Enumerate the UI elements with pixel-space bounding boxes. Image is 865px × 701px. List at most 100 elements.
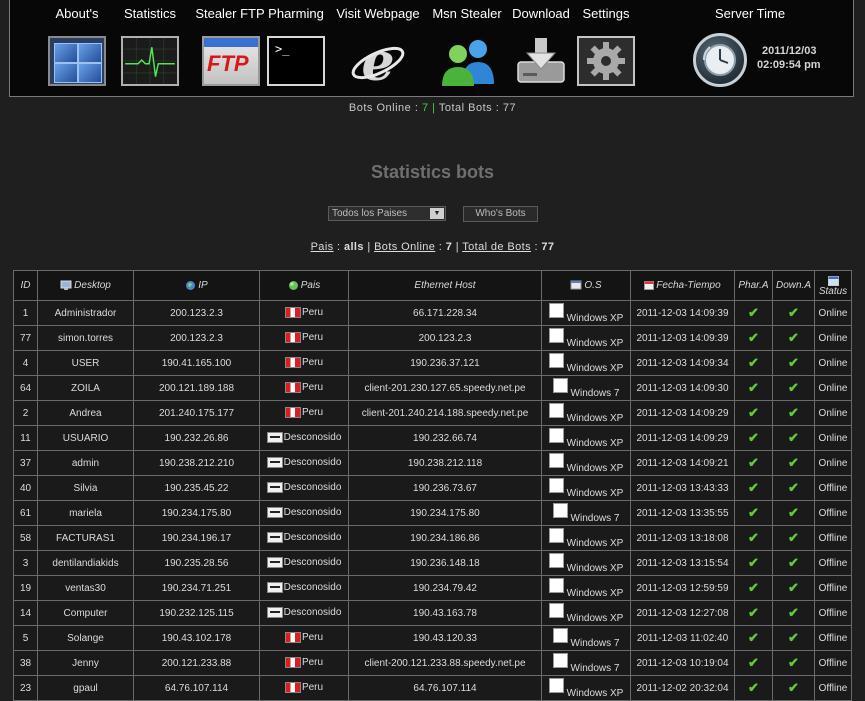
cell-status: Online <box>814 425 852 451</box>
cell-status: Offline <box>814 550 852 576</box>
table-row[interactable]: 40 Silvia 190.235.45.22 Desconosido 190.236.… <box>13 475 852 501</box>
table-row[interactable]: 58 FACTURAS1 190.234.196.17 Desconosido 190.… <box>13 525 852 551</box>
ftp-icon[interactable]: FTP <box>202 36 260 86</box>
cell-time: 2011-12-03 14:09:21 <box>630 450 735 476</box>
table-row[interactable]: 2 Andrea 201.240.175.177 Peru client-201.240… <box>13 400 852 426</box>
whois-bots-button[interactable]: Who's Bots <box>463 206 538 222</box>
internet-explorer-icon[interactable]: e <box>349 36 407 86</box>
total-bots-count: 77 <box>502 102 517 114</box>
terminal-icon[interactable]: >_ <box>267 36 325 86</box>
table-row[interactable]: 64 ZOILA 200.121.189.188 Peru client-201.230… <box>13 375 852 401</box>
col-pais-label: Pais <box>300 280 321 292</box>
cell-down: ✔ <box>772 550 815 576</box>
chevron-down-icon[interactable]: ▼ <box>430 208 444 219</box>
bots-online-link[interactable]: Bots Online <box>374 241 435 253</box>
table-row[interactable]: 11 USUARIO 190.232.26.86 Desconosido 190.232… <box>13 425 852 451</box>
cell-time: 2011-12-03 12:59:59 <box>630 575 735 601</box>
cell-host: 190.236.73.67 <box>348 475 542 501</box>
unknown-flag-icon <box>266 507 283 519</box>
check-icon: ✔ <box>748 630 759 645</box>
table-row[interactable]: 14 Computer 190.232.125.115 Desconosido 190.… <box>13 600 852 626</box>
cell-pais: Desconosido <box>259 550 349 576</box>
cell-os: Windows XP <box>541 550 631 576</box>
cell-host: client-201.230.127.65.speedy.net.pe <box>348 375 542 401</box>
gear-icon[interactable] <box>577 36 635 86</box>
country-select[interactable]: Todos los Paises ▼ <box>328 206 446 221</box>
top-navigation: About's Statistics Stealer FTP FTP Pharm… <box>9 0 854 97</box>
server-date: 2011/12/03 <box>762 45 817 57</box>
cell-pais: Peru <box>259 375 349 401</box>
check-icon: ✔ <box>788 330 799 345</box>
col-desktop-header[interactable]: Desktop <box>37 270 134 301</box>
cell-os: Windows XP <box>541 325 631 351</box>
col-os-header[interactable]: O.S <box>541 270 631 301</box>
server-clock: 02:09:54 pm <box>757 59 821 71</box>
cell-country: Peru <box>301 407 324 419</box>
nav-download-label[interactable]: Download <box>505 6 577 21</box>
calendar-icon <box>644 281 655 291</box>
cell-id: 11 <box>13 425 38 451</box>
check-icon: ✔ <box>748 330 759 345</box>
peru-flag-icon <box>284 307 301 319</box>
col-down-header[interactable]: Down.A <box>772 270 815 301</box>
table-row[interactable]: 5 Solange 190.43.102.178 Peru 190.43.120.33 W… <box>13 625 852 651</box>
peru-flag-icon <box>284 657 301 669</box>
cell-country: Peru <box>301 332 324 344</box>
cell-phar: ✔ <box>734 625 773 651</box>
table-row[interactable]: 4 USER 190.41.165.100 Peru 190.236.37.121 Win… <box>13 350 852 376</box>
windows-panels-icon[interactable] <box>48 36 106 86</box>
cell-status: Online <box>814 300 852 326</box>
nav-about-label[interactable]: About's <box>48 6 106 21</box>
check-icon: ✔ <box>748 505 759 520</box>
cell-id: 64 <box>13 375 38 401</box>
country-select-value[interactable]: Todos los Paises <box>332 208 407 219</box>
col-pais-header[interactable]: Pais <box>259 270 349 301</box>
table-row[interactable]: 19 ventas30 190.234.71.251 Desconosido 190.2… <box>13 575 852 601</box>
nav-visit-webpage-label[interactable]: Visit Webpage <box>336 6 420 21</box>
total-bots-value: 77 <box>541 241 555 253</box>
col-status-header[interactable]: Status <box>814 270 852 301</box>
hard-drive-download-icon[interactable] <box>512 36 570 86</box>
table-row[interactable]: 1 Administrador 200.123.2.3 Peru 66.171.228.… <box>13 300 852 326</box>
table-row[interactable]: 38 Jenny 200.121.233.88 Peru client-200.121.… <box>13 650 852 676</box>
check-icon: ✔ <box>788 530 799 545</box>
table-row[interactable]: 37 admin 190.238.212.210 Desconosido 190.238… <box>13 450 852 476</box>
cell-os: Windows XP <box>541 400 631 426</box>
cell-desktop: dentilandiakids <box>37 550 134 576</box>
col-host-header[interactable]: Ethernet Host <box>348 270 542 301</box>
col-ip-label: IP <box>198 280 208 292</box>
nav-statistics-label[interactable]: Statistics <box>121 6 179 21</box>
nav-msn-stealer-label[interactable]: Msn Stealer <box>425 6 509 21</box>
cell-host: 190.236.148.18 <box>348 550 542 576</box>
nav-stealer-ftp-label[interactable]: Stealer FTP <box>194 6 266 21</box>
cell-down: ✔ <box>772 300 815 326</box>
cell-phar: ✔ <box>734 550 773 576</box>
cell-ip: 190.43.102.178 <box>133 625 260 651</box>
nav-settings-label[interactable]: Settings <box>577 6 635 21</box>
cell-pais: Desconosido <box>259 500 349 526</box>
cell-phar: ✔ <box>734 350 773 376</box>
cell-os-name: Windows XP <box>566 412 624 424</box>
cell-status: Offline <box>814 500 852 526</box>
check-icon: ✔ <box>788 305 799 320</box>
heartbeat-monitor-icon[interactable] <box>121 36 179 86</box>
table-row[interactable]: 61 mariela 190.234.175.80 Desconosido 190.23… <box>13 500 852 526</box>
table-row[interactable]: 3 dentilandiakids 190.235.28.56 Desconosido… <box>13 550 852 576</box>
total-bots-link[interactable]: Total de Bots <box>462 241 531 253</box>
col-fecha-header[interactable]: Fecha-Tiempo <box>630 270 735 301</box>
msn-buddies-icon[interactable] <box>438 36 496 86</box>
col-id-header[interactable]: ID <box>13 270 38 301</box>
cell-time: 2011-12-03 14:09:39 <box>630 325 735 351</box>
check-icon: ✔ <box>788 680 799 695</box>
col-ip-header[interactable]: IP <box>133 270 260 301</box>
cell-phar: ✔ <box>734 325 773 351</box>
cell-down: ✔ <box>772 375 815 401</box>
cell-pais: Peru <box>259 625 349 651</box>
pais-link[interactable]: Pais <box>311 241 334 253</box>
table-row[interactable]: 77 simon.torres 200.123.2.3 Peru 200.123.2.3… <box>13 325 852 351</box>
peru-flag-icon <box>284 632 301 644</box>
col-phar-header[interactable]: Phar.A <box>734 270 773 301</box>
nav-pharming-label[interactable]: Pharming <box>266 6 326 21</box>
check-icon: ✔ <box>748 530 759 545</box>
check-icon: ✔ <box>788 605 799 620</box>
